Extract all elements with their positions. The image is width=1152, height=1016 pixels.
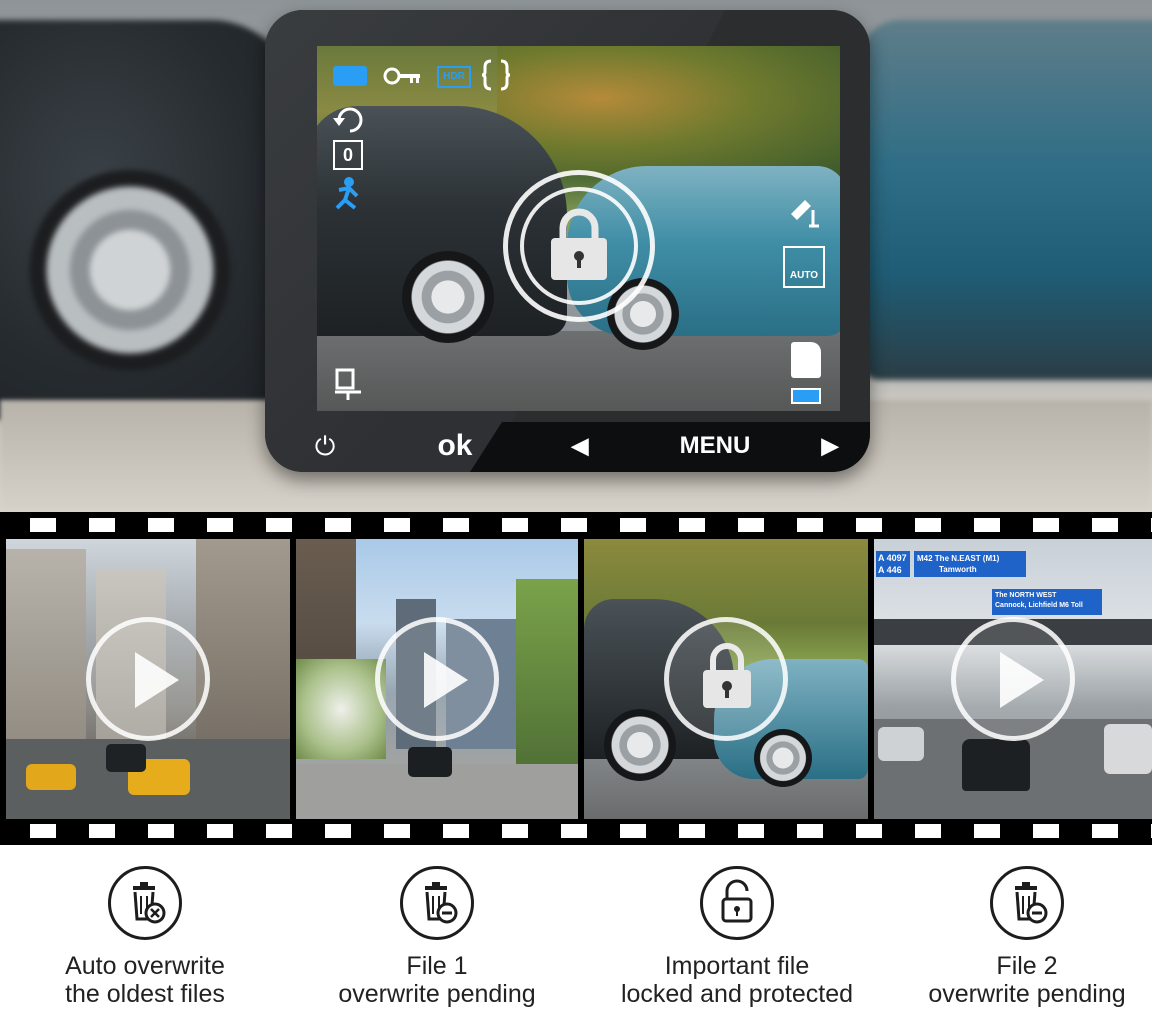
film-perforation <box>974 824 1000 838</box>
feature-title: File 1 <box>406 952 468 980</box>
trash-x-icon <box>108 866 182 940</box>
film-perforation <box>266 518 292 532</box>
film-perforation <box>1092 518 1118 532</box>
film-perforation <box>620 824 646 838</box>
play-icon <box>1000 652 1044 708</box>
perforations-top <box>0 518 1152 532</box>
film-perforation <box>207 824 233 838</box>
film-perforation <box>974 518 1000 532</box>
film-perforation <box>207 518 233 532</box>
play-icon <box>424 652 468 708</box>
auto-night-icon: AUTO <box>783 246 825 288</box>
usb-connected-icon <box>335 368 361 400</box>
film-frame-3[interactable] <box>584 539 868 819</box>
film-perforation <box>738 824 764 838</box>
bracket-icon <box>481 59 511 91</box>
hero-background: HDR 0 AUTO ⏻ ok ◀ MENU ▶ <box>0 0 1152 512</box>
feature-subtitle: locked and protected <box>620 980 854 1008</box>
feature-title: Auto overwrite <box>65 952 225 980</box>
dashcam-device: HDR 0 AUTO ⏻ ok ◀ MENU ▶ <box>265 10 870 472</box>
feature-file2-pending: File 2 overwrite pending <box>902 866 1152 1008</box>
record-icon <box>333 66 367 86</box>
film-frame-4[interactable]: A 4097 A 446 M42 The N.EAST (M1) Tamwort… <box>874 539 1152 819</box>
film-perforation <box>148 824 174 838</box>
road-sign-m42: M42 The N.EAST (M1) Tamworth <box>914 551 1026 577</box>
film-frame-1[interactable] <box>6 539 290 819</box>
film-perforation <box>443 518 469 532</box>
hdr-icon: HDR <box>437 66 471 88</box>
film-perforation <box>620 518 646 532</box>
film-perforation <box>443 824 469 838</box>
feature-subtitle: overwrite pending <box>338 980 536 1008</box>
feature-subtitle: the oldest files <box>65 980 225 1008</box>
feature-file-locked: Important file locked and protected <box>612 866 862 1008</box>
film-perforation <box>856 824 882 838</box>
g-sensor-icon <box>791 200 819 228</box>
film-perforation <box>30 824 56 838</box>
road-sign-m6: The NORTH WEST Cannock, Lichfield M6 Tol… <box>992 589 1102 615</box>
power-button[interactable]: ⏻ <box>305 428 345 464</box>
film-perforation <box>148 518 174 532</box>
feature-title: Important file <box>664 952 810 980</box>
play-icon <box>135 652 179 708</box>
film-perforation <box>679 518 705 532</box>
film-perforation <box>502 824 528 838</box>
film-perforation <box>856 518 882 532</box>
film-perforation <box>384 824 410 838</box>
film-perforation <box>1092 824 1118 838</box>
play-ring <box>375 617 499 741</box>
film-perforation <box>89 824 115 838</box>
film-perforation <box>561 518 587 532</box>
play-ring <box>86 617 210 741</box>
lock-icon <box>551 208 607 280</box>
film-perforation <box>325 518 351 532</box>
play-ring <box>951 617 1075 741</box>
film-strip: A 4097 A 446 M42 The N.EAST (M1) Tamwort… <box>0 512 1152 845</box>
film-perforation <box>915 824 941 838</box>
film-perforation <box>325 824 351 838</box>
film-perforation <box>384 518 410 532</box>
film-perforation <box>502 518 528 532</box>
right-arrow-button[interactable]: ▶ <box>810 428 850 464</box>
film-perforation <box>561 824 587 838</box>
left-arrow-button[interactable]: ◀ <box>560 428 600 464</box>
film-perforation <box>89 518 115 532</box>
film-perforation <box>679 824 705 838</box>
film-perforation <box>30 518 56 532</box>
film-perforation <box>915 518 941 532</box>
sd-card-icon <box>791 342 821 378</box>
feature-subtitle: overwrite pending <box>928 980 1126 1008</box>
car-ahead <box>962 739 1030 791</box>
perforations-bottom <box>0 824 1152 838</box>
trash-minus-icon <box>990 866 1064 940</box>
battery-icon <box>791 388 821 404</box>
film-perforation <box>266 824 292 838</box>
feature-auto-overwrite: Auto overwrite the oldest files <box>20 866 270 1008</box>
trash-minus-icon <box>400 866 474 940</box>
film-perforation <box>1033 824 1059 838</box>
background-car-right <box>860 20 1152 380</box>
film-perforation <box>797 824 823 838</box>
film-frame-2[interactable] <box>296 539 578 819</box>
feature-title: File 2 <box>996 952 1058 980</box>
film-perforation <box>738 518 764 532</box>
dashcam-screen: HDR 0 AUTO <box>317 46 840 411</box>
lock-ring <box>664 617 788 741</box>
film-perforation <box>1033 518 1059 532</box>
device-button-bar: ⏻ ok ◀ MENU ▶ <box>265 422 870 472</box>
ok-button[interactable]: ok <box>425 428 485 464</box>
unlock-icon <box>700 866 774 940</box>
key-icon <box>383 67 420 85</box>
feature-file1-pending: File 1 overwrite pending <box>312 866 562 1008</box>
exposure-icon: 0 <box>333 140 363 170</box>
background-wheel-left <box>30 170 230 370</box>
taxi <box>26 764 76 790</box>
road-sign-a: A 4097 A 446 <box>876 551 910 577</box>
motion-detect-icon <box>335 177 359 210</box>
lock-icon <box>703 643 751 708</box>
loop-record-icon <box>333 107 363 133</box>
film-perforation <box>797 518 823 532</box>
menu-button[interactable]: MENU <box>660 428 770 464</box>
